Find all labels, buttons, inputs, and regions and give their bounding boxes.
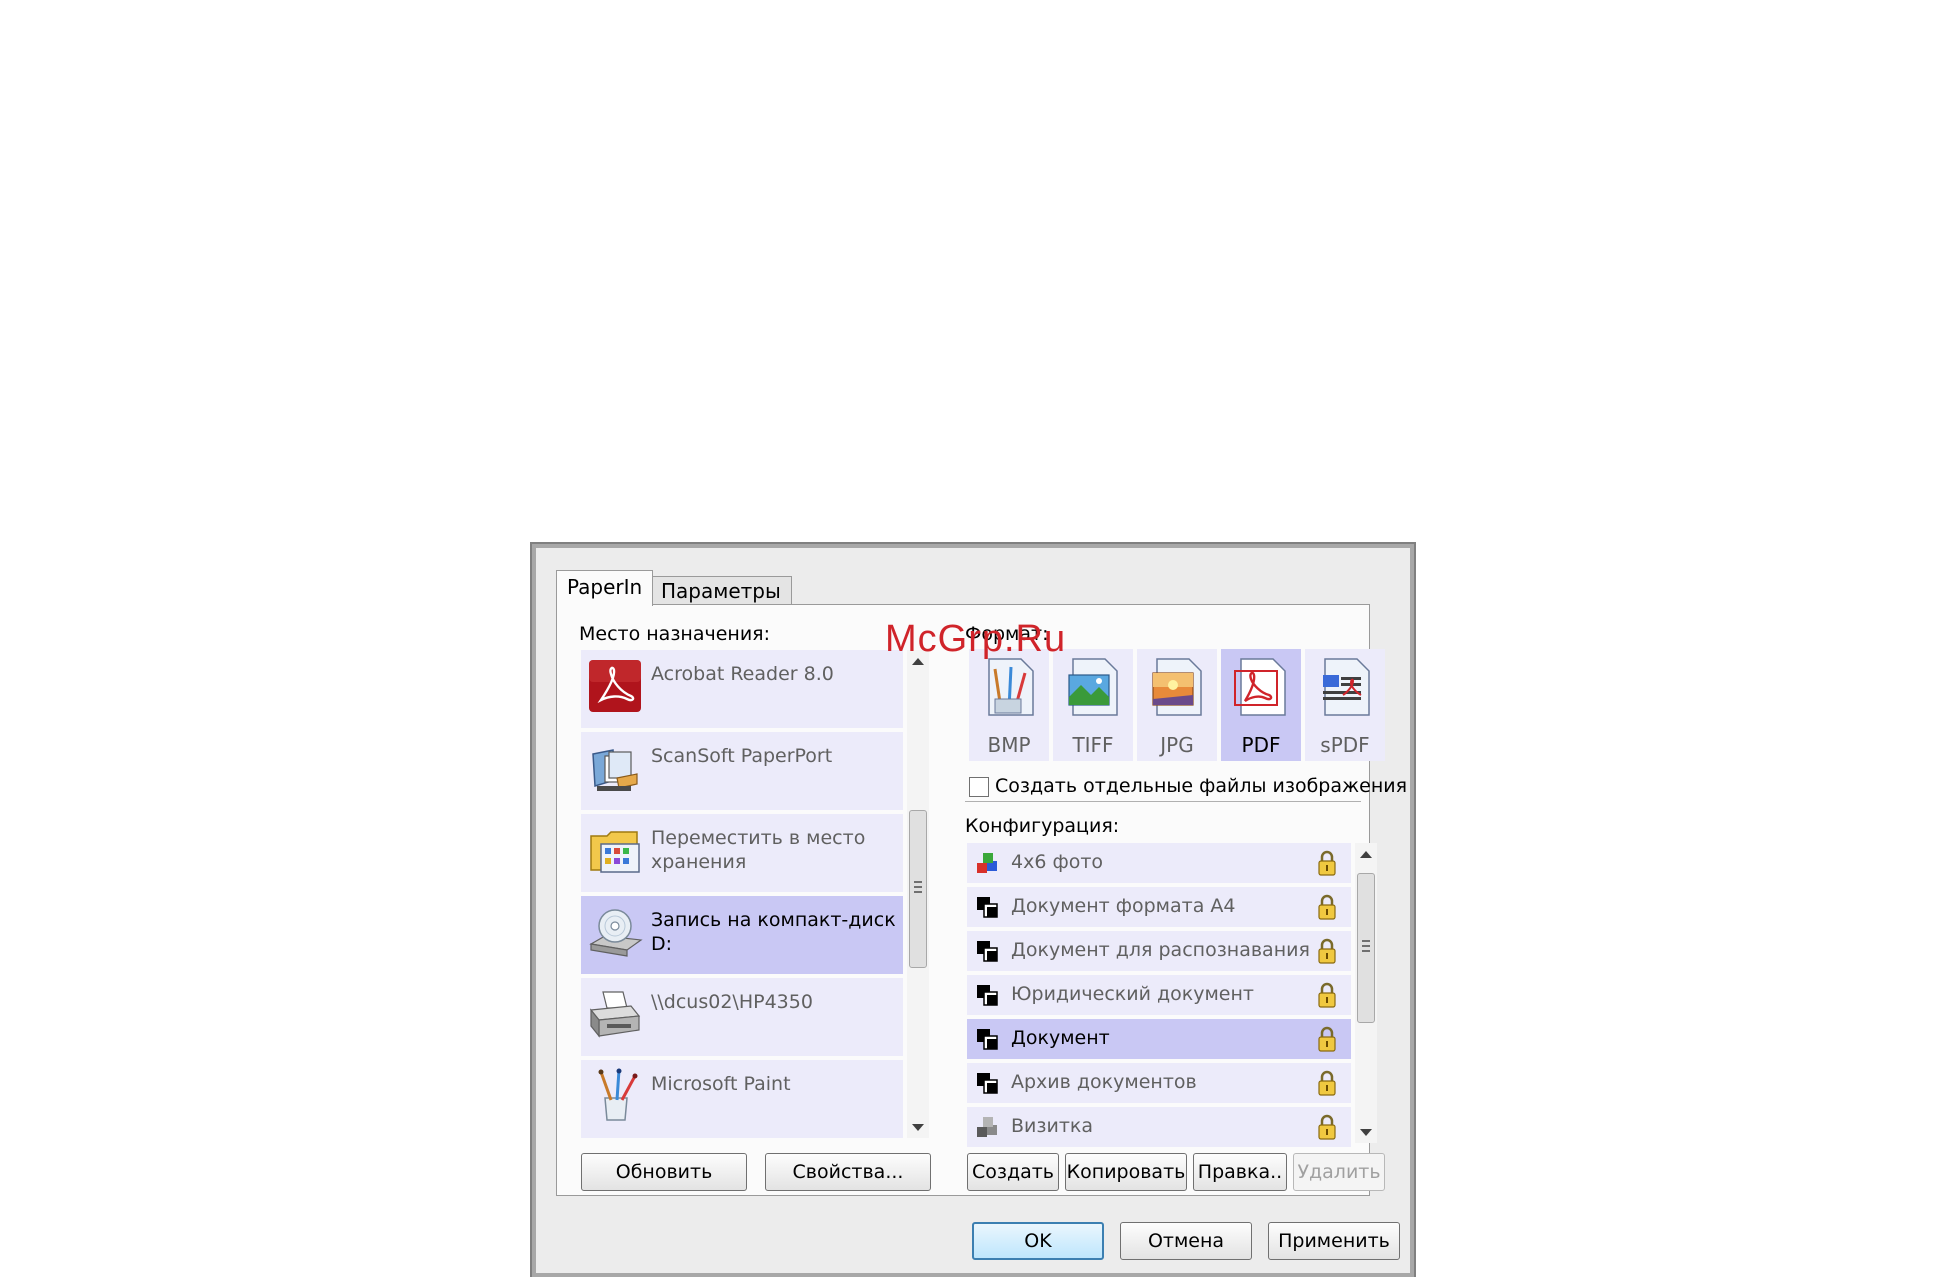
config-item-label: 4x6 фото [1011,851,1104,873]
properties-button[interactable]: Свойства... [765,1153,931,1191]
destination-list: Acrobat Reader 8.0 ScanSoft PaperPort Пе… [581,650,903,1138]
lock-icon [1318,850,1336,876]
bmp-file-icon [988,658,1034,716]
cancel-button[interactable]: Отмена [1120,1222,1252,1260]
destination-item-label: Acrobat Reader 8.0 [651,663,834,685]
format-label-text: JPG [1160,733,1194,757]
paperport-icon [592,749,638,791]
format-label-text: PDF [1241,733,1281,757]
lock-icon [1318,938,1336,964]
jpg-file-icon [1152,658,1202,716]
scroll-thumb[interactable] [909,810,927,968]
paint-brushes-icon [598,1068,638,1121]
edit-button[interactable]: Правка.. [1193,1153,1287,1191]
destination-item-label: \\dcus02\HP4350 [651,991,813,1013]
lock-icon [1318,894,1336,920]
configuration-scrollbar[interactable] [1355,843,1377,1143]
format-divider [965,801,1361,802]
format-tiff[interactable]: TIFF [1053,649,1133,761]
destination-item-label: Переместить в место хранения [651,827,866,873]
format-label-text: TIFF [1072,733,1114,757]
format-label-text: BMP [987,733,1031,757]
destination-item-cd-burn[interactable]: Запись на компакт-диск D: [581,896,903,974]
lock-icon [1318,982,1336,1008]
storage-folder-icon [590,831,640,873]
format-label-text: sPDF [1320,733,1370,757]
config-item-label: Документ для распознавания [1011,939,1310,961]
bw-document-icon [977,941,998,962]
copy-button[interactable]: Копировать [1065,1153,1187,1191]
destination-label: Место назначения: [579,623,771,645]
destination-item-network-printer[interactable]: \\dcus02\HP4350 [581,978,903,1056]
create-button[interactable]: Создать [967,1153,1059,1191]
scroll-down-arrow-icon[interactable] [1360,1129,1372,1136]
gray-cubes-icon [977,1117,997,1137]
config-item-label: Визитка [1011,1115,1094,1137]
printer-icon [589,991,641,1038]
format-bmp[interactable]: BMP [969,649,1049,761]
config-item-label: Документ [1011,1027,1110,1049]
refresh-button[interactable]: Обновить [581,1153,747,1191]
scroll-up-arrow-icon[interactable] [1360,851,1372,858]
configuration-label: Конфигурация: [965,815,1120,837]
config-item-ocr-document[interactable]: Документ для распознавания [967,931,1351,971]
destination-item-label: ScanSoft PaperPort [651,745,833,767]
bw-document-icon [977,897,998,918]
scroll-down-arrow-icon[interactable] [912,1124,924,1131]
config-item-label: Архив документов [1011,1071,1197,1093]
bw-document-icon [977,985,998,1006]
config-item-label: Юридический документ [1011,983,1254,1005]
separate-files-label: Создать отдельные файлы изображения [995,775,1408,797]
destination-item-move-to-storage[interactable]: Переместить в место хранения [581,814,903,892]
format-pdf[interactable]: PDF [1221,649,1301,761]
config-item-legal-document[interactable]: Юридический документ [967,975,1351,1015]
scroll-thumb[interactable] [1357,873,1375,1023]
config-item-a4-document[interactable]: Документ формата A4 [967,887,1351,927]
tab-panel: Место назначения: Acrobat Reader 8.0 Sca… [556,604,1407,1196]
separate-files-checkbox[interactable] [969,777,989,797]
config-item-4x6-photo[interactable]: 4x6 фото [967,843,1351,883]
lock-icon [1318,1070,1336,1096]
configuration-list: 4x6 фото Документ формата A4 Документ дл… [967,843,1359,1147]
spdf-file-icon [1323,658,1370,716]
cd-burner-icon [589,909,643,957]
config-item-business-card[interactable]: Визитка [967,1107,1351,1147]
lock-icon [1318,1114,1336,1140]
tab-parameters[interactable]: Параметры [650,576,792,604]
destination-item-paperport[interactable]: ScanSoft PaperPort [581,732,903,810]
watermark: McGrp.Ru [885,618,1067,660]
delete-button[interactable]: Удалить [1293,1153,1385,1191]
format-spdf[interactable]: sPDF [1305,649,1385,761]
acrobat-icon [589,660,641,712]
destination-item-acrobat[interactable]: Acrobat Reader 8.0 [581,650,903,728]
bw-document-icon [977,1029,998,1050]
pdf-file-icon [1234,658,1286,716]
bw-document-icon [977,1073,998,1094]
lock-icon [1318,1026,1336,1052]
config-item-document[interactable]: Документ [967,1019,1351,1059]
apply-button[interactable]: Применить [1268,1222,1400,1260]
color-cubes-icon [977,853,997,873]
config-item-document-archive[interactable]: Архив документов [967,1063,1351,1103]
destination-item-label: Microsoft Paint [651,1073,791,1095]
destination-item-ms-paint[interactable]: Microsoft Paint [581,1060,903,1138]
format-jpg[interactable]: JPG [1137,649,1217,761]
destination-item-label: Запись на компакт-диск D: [651,909,896,955]
tab-paperin[interactable]: PaperIn [556,570,654,606]
destination-scrollbar[interactable] [907,650,929,1138]
tiff-file-icon [1068,658,1118,716]
config-item-label: Документ формата A4 [1011,895,1236,917]
ok-button[interactable]: OK [972,1222,1104,1260]
